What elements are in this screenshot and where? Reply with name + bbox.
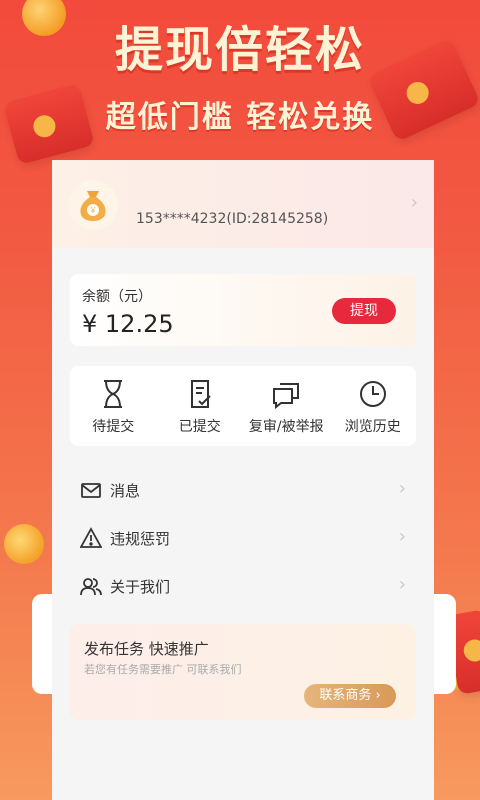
action-submitted-label: 已提交 [178,419,221,435]
balance-card: 余额（元） ¥ 12.25 提现 [70,274,416,346]
chat-bubbles-icon [273,383,300,410]
action-history[interactable]: 浏览历史 [330,366,417,446]
hero-subtitle: 超低门槛 轻松兑换 [105,100,375,135]
menu-item-label: 关于我们 [110,577,171,596]
svg-text:¥: ¥ [90,206,96,215]
task-actions-row: 待提交 已提交 复审/被举报 浏览历史 [70,366,416,446]
chevron-right-icon: › [410,192,418,213]
action-pending-label: 待提交 [92,419,135,435]
phone-screen: ¥ 153****4232(ID:28145258) › 余额（元） ¥ 12.… [52,160,434,800]
promo-subtitle: 若您有任务需要推广 可联系我们 [84,663,242,676]
action-review[interactable]: 复审/被举报 [243,366,330,446]
clock-icon [359,381,386,407]
money-bag-icon: ¥ [80,191,106,221]
chevron-right-icon: › [398,526,406,547]
action-review-label: 复审/被举报 [248,419,324,435]
people-icon [80,578,102,596]
mail-icon [81,483,101,498]
contact-business-label: 联系商务 [319,688,372,703]
balance-amount: ¥ 12.25 [82,310,174,338]
menu-item-label: 消息 [110,481,141,500]
chevron-right-icon: › [398,574,406,595]
action-pending[interactable]: 待提交 [70,366,157,446]
action-history-label: 浏览历史 [344,419,401,435]
menu-item-about[interactable]: 关于我们 › [70,562,416,610]
profile-header[interactable]: ¥ 153****4232(ID:28145258) › [52,160,434,248]
phone-id-text: 153****4232(ID:28145258) [136,211,329,227]
withdraw-button[interactable]: 提现 [332,298,396,324]
avatar[interactable]: ¥ [68,180,118,230]
hero-title: 提现倍轻松 [114,22,365,78]
contact-business-button[interactable]: 联系商务 › [304,684,396,708]
balance-label: 余额（元） [82,289,152,305]
menu-item-violations[interactable]: 违规惩罚 › [70,514,416,562]
promo-title: 发布任务 快速推广 [84,640,209,658]
warning-icon [80,527,102,548]
document-check-icon [190,380,211,408]
chevron-right-icon: › [375,688,381,703]
action-submitted[interactable]: 已提交 [157,366,244,446]
hourglass-icon [104,380,123,408]
coin-decoration [4,524,44,564]
menu-item-label: 违规惩罚 [110,529,171,548]
promo-card: 发布任务 快速推广 若您有任务需要推广 可联系我们 联系商务 › [70,624,416,720]
chevron-right-icon: › [398,478,406,499]
menu-list: 消息 › 违规惩罚 › 关于我们 › [70,466,416,610]
menu-item-messages[interactable]: 消息 › [70,466,416,514]
